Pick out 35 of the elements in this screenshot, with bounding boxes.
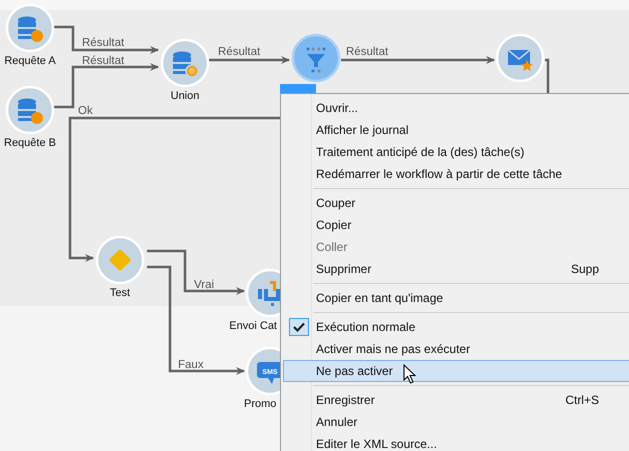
connector-label: Ok (78, 105, 93, 117)
connector-line (545, 58, 550, 93)
node-label: Envoi Cat (229, 320, 277, 332)
connector-label: Vrai (194, 279, 214, 291)
mouse-cursor-icon (403, 364, 417, 385)
menu-item[interactable]: Supprimer Supp (283, 258, 629, 280)
connector-label: Résultat (218, 46, 260, 58)
menu-item[interactable]: Copier en tant qu'image (283, 287, 629, 309)
dedup-node[interactable] (292, 34, 340, 82)
node-label: Promo (244, 398, 276, 410)
menu-item[interactable]: Ne pas activer (283, 360, 629, 382)
node-label: Requête A (4, 55, 56, 67)
connector-label: Résultat (346, 46, 388, 58)
menu-item[interactable]: Copier (283, 214, 629, 236)
node-label: Test (110, 287, 130, 299)
database-node[interactable] (6, 86, 54, 134)
menu-item[interactable]: Editer le XML source... (283, 433, 629, 451)
shortcut-label: Supp (570, 262, 599, 276)
node-label: Requête B (4, 137, 56, 149)
menu-item[interactable]: Couper (283, 192, 629, 214)
connector-label: Résultat (82, 37, 124, 49)
menu-item[interactable]: Ouvrir... (283, 97, 629, 119)
union-node[interactable] (160, 38, 210, 88)
node-label: Union (170, 90, 200, 102)
connector-label: Résultat (82, 55, 124, 67)
menu-item[interactable]: Afficher le journal (283, 119, 629, 141)
email-node[interactable] (496, 34, 544, 82)
menu-item[interactable]: Redémarrer le workflow à partir de cette tâche (283, 163, 629, 185)
test-node[interactable] (96, 236, 144, 284)
menu-item[interactable]: Exécution normale (283, 316, 629, 338)
database-node[interactable] (6, 4, 54, 52)
menu-item[interactable]: Traitement anticipé de la (des) tâche(s) (283, 141, 629, 163)
connector-label: Faux (178, 359, 204, 371)
menu-item[interactable]: Annuler (283, 411, 629, 433)
shortcut-label: Ctrl+S (565, 393, 599, 407)
